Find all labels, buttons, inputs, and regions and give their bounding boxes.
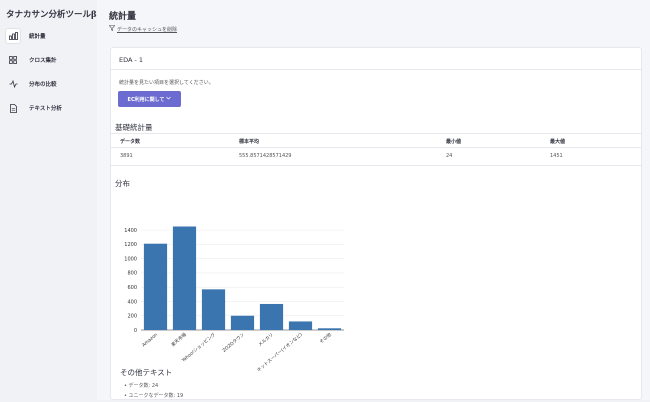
y-tick-label: 800: [127, 271, 137, 277]
eda-card: EDA - 1 統計量を見たい項目を選択してください。 EC利用に関して 基礎統…: [110, 47, 642, 400]
line-wave-icon: [5, 76, 21, 92]
bar: [201, 289, 226, 330]
y-tick-label: 200: [127, 314, 137, 320]
bar: [259, 303, 284, 330]
clear-cache-label: データのキャッシュを削除: [117, 26, 178, 33]
bar-chart-icon: [5, 28, 21, 44]
app-title: タナカサン分析ツールβ: [6, 10, 97, 20]
x-tick-label: ネットスーパー(イオンなど): [255, 331, 304, 373]
main-area: 統計量 データのキャッシュを削除 EDA - 1 統計量を見たい項目を選択してく…: [97, 0, 650, 400]
filter-icon: [108, 25, 116, 33]
sidebar-item-label: テキスト分析: [29, 106, 62, 112]
distribution-bar-chart: 0200400600800100012001400Amazon 楽天市場Yahoo…: [124, 226, 344, 373]
bar: [143, 243, 168, 330]
bar: [230, 315, 255, 330]
y-tick-label: 1200: [124, 242, 137, 248]
bar: [288, 321, 313, 330]
list-item: ユニークなデータ数: 19: [124, 392, 184, 402]
x-tick-label: メルカリ: [257, 332, 275, 348]
y-tick-label: 1000: [124, 256, 137, 262]
sidebar-item-crosstab[interactable]: クロス集計: [3, 50, 94, 70]
other-text-title: その他テキスト: [120, 368, 173, 377]
grid-icon: [5, 52, 21, 68]
list-item: データ数: 24: [124, 382, 183, 392]
x-tick-label: ZOZOタウン: [221, 331, 246, 354]
document-icon: [5, 100, 21, 116]
y-tick-label: 1400: [124, 228, 137, 234]
x-tick-label: Amazon: [141, 332, 159, 348]
sidebar: タナカサン分析ツールβ 統計量 クロス集計 分布の比較 テキスト分析: [0, 0, 97, 400]
x-tick-label: 楽天市場: [169, 331, 188, 348]
sidebar-item-label: クロス集計: [29, 58, 57, 64]
page-title: 統計量: [109, 12, 137, 22]
other-text-list: データ数: 24 ユニークなデータ数: 19: [124, 382, 184, 402]
bar: [172, 226, 197, 330]
sidebar-item-stats[interactable]: 統計量: [3, 26, 94, 46]
sidebar-item-distribution[interactable]: 分布の比較: [3, 74, 94, 94]
sidebar-item-label: 統計量: [29, 34, 46, 40]
x-tick-label: その他: [318, 331, 333, 345]
bar: [317, 328, 342, 330]
clear-cache-link[interactable]: データのキャッシュを削除: [108, 25, 178, 33]
sidebar-item-text-analysis[interactable]: テキスト分析: [3, 98, 94, 118]
y-tick-label: 600: [127, 285, 137, 291]
y-tick-label: 400: [127, 299, 137, 305]
sidebar-item-label: 分布の比較: [29, 82, 57, 88]
y-tick-label: 0: [134, 328, 137, 334]
